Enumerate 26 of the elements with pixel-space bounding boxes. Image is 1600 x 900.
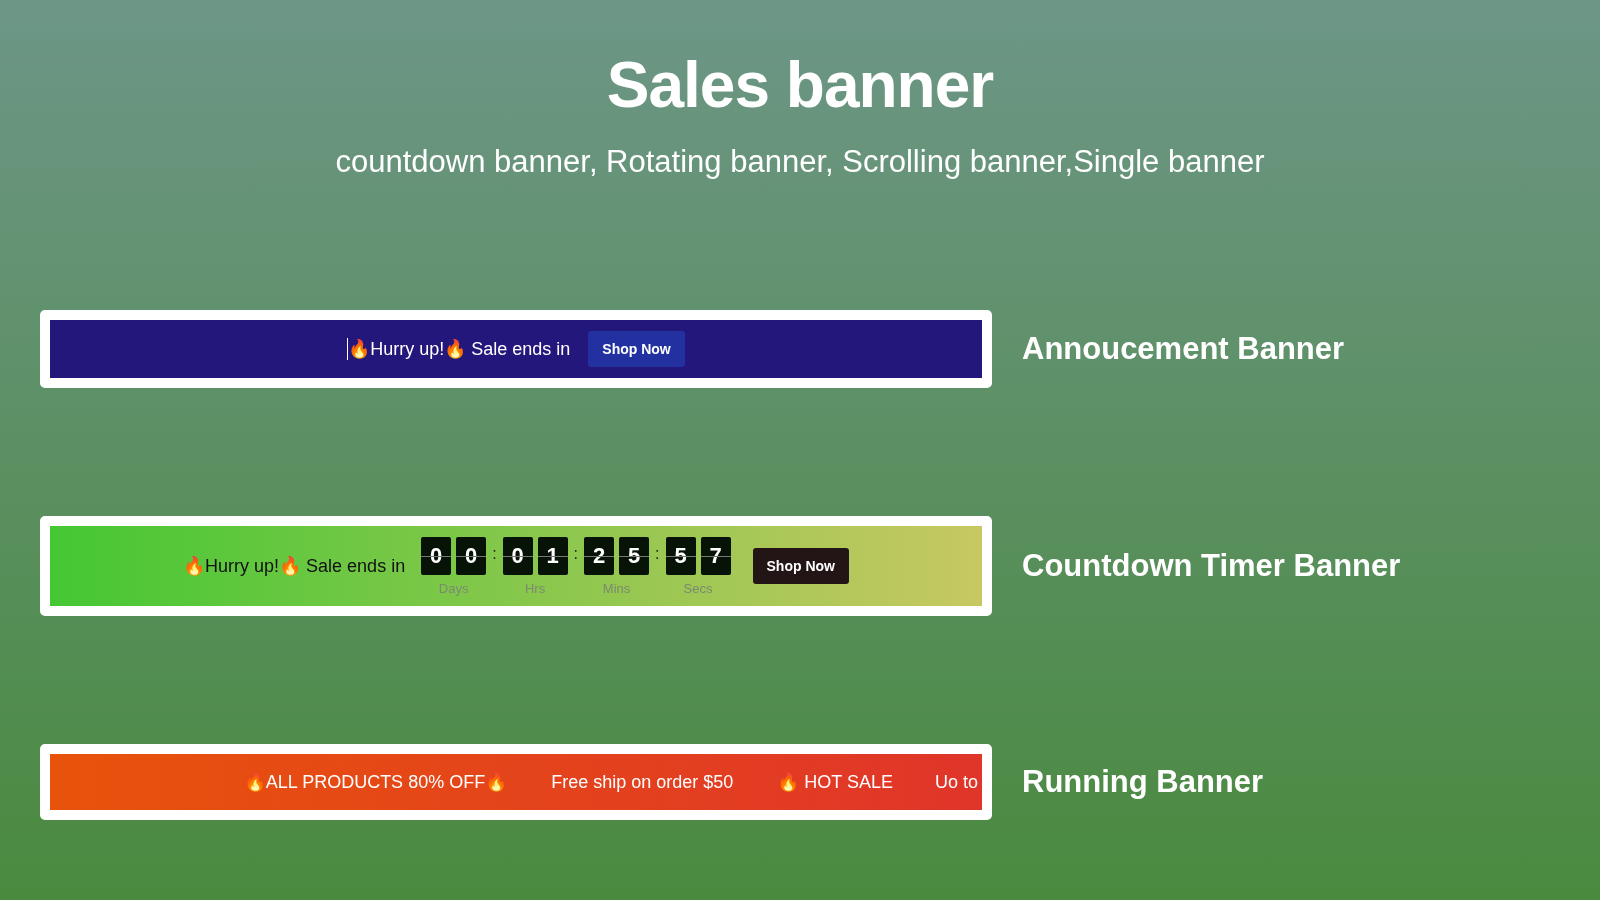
flip-digit: 2 — [584, 536, 615, 575]
page-subtitle: countdown banner, Rotating banner, Scrolling banner,Single banner — [335, 144, 1265, 180]
text-cursor — [347, 338, 349, 360]
ticker-text: 🔥 HOT SALE — [777, 771, 893, 793]
banner-message: 🔥Hurry up!🔥 Sale ends in — [348, 338, 571, 360]
flip-digit: 5 — [665, 536, 696, 575]
banner-caption: Annoucement Banner — [1022, 331, 1345, 367]
shop-now-button[interactable]: Shop Now — [588, 331, 685, 367]
unit-label: Secs — [683, 580, 713, 596]
banner-message: 🔥Hurry up!🔥 Sale ends in — [183, 555, 406, 577]
flip-digit: 7 — [700, 536, 731, 575]
flip-digit: 1 — [537, 536, 568, 575]
ticker-text: Uo to — [934, 771, 978, 793]
shop-now-button[interactable]: Shop Now — [752, 548, 849, 584]
time-separator: : — [492, 544, 497, 563]
time-separator: : — [655, 544, 660, 563]
banner-caption: Running Banner — [1022, 764, 1264, 800]
unit-label: Days — [438, 580, 469, 596]
unit-label: Mins — [602, 580, 631, 596]
flip-digit: 5 — [619, 536, 650, 575]
unit-label: Hrs — [525, 580, 546, 596]
ticker-text: 🔥ALL PRODUCTS 80% OFF🔥 — [243, 771, 508, 793]
banner-caption: Countdown Timer Banner — [1022, 548, 1401, 584]
ticker-text: Free ship on order $50 — [551, 771, 734, 793]
page-title: Sales banner — [606, 48, 994, 122]
time-separator: : — [573, 544, 579, 563]
